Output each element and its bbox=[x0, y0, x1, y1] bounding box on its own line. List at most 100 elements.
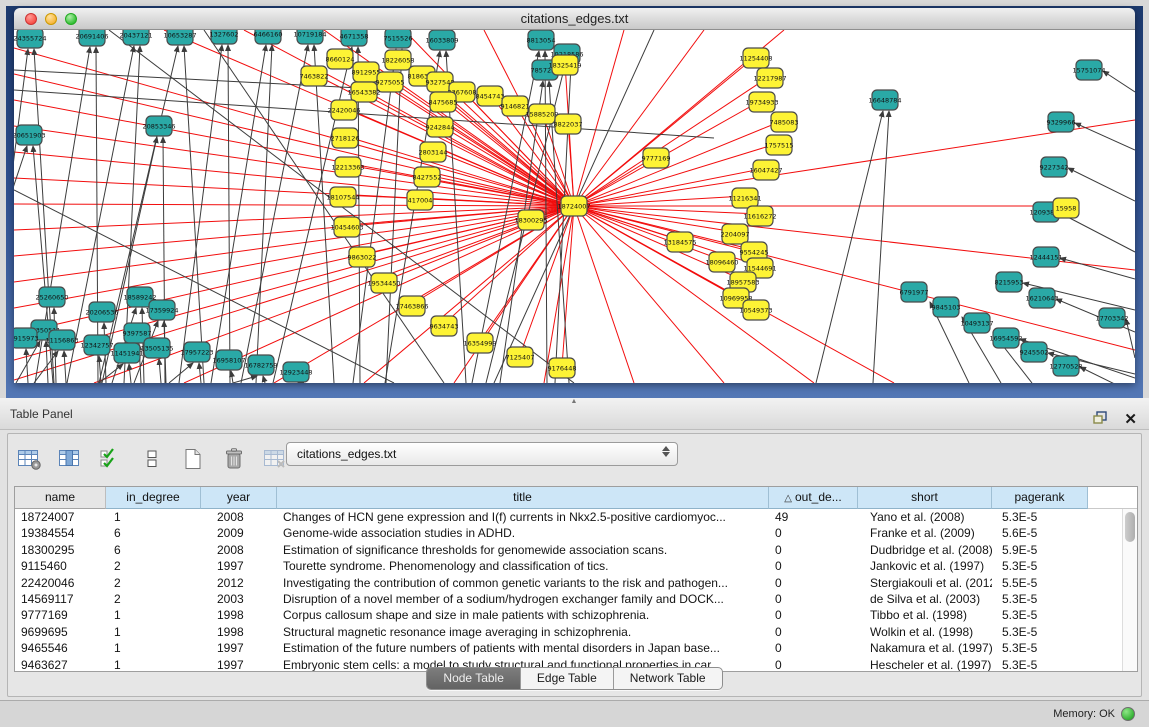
select-attributes-icon[interactable] bbox=[98, 447, 124, 471]
table-cell[interactable]: 1998 bbox=[201, 607, 277, 623]
graph-node[interactable]: 7125407 bbox=[506, 347, 535, 367]
graph-node[interactable]: 16210643 bbox=[1025, 288, 1058, 308]
new-document-icon[interactable] bbox=[180, 447, 206, 471]
graph-node[interactable]: 16354999 bbox=[463, 333, 496, 353]
table-cell[interactable]: Nakamura et al. (1997) bbox=[858, 640, 992, 656]
table-row[interactable]: 946554611997Estimation of the future num… bbox=[15, 640, 1137, 656]
graph-node[interactable]: 12213363 bbox=[331, 157, 364, 177]
table-cell[interactable]: 0 bbox=[769, 525, 858, 541]
table-cell[interactable]: 2008 bbox=[201, 542, 277, 558]
graph-node[interactable]: 12770528 bbox=[1049, 356, 1082, 376]
graph-node[interactable]: 8427552 bbox=[413, 167, 442, 187]
column-header-name[interactable]: name bbox=[15, 487, 106, 509]
table-cell[interactable]: 5.3E-5 bbox=[992, 591, 1088, 607]
table-row[interactable]: 977716911998Corpus callosum shape and si… bbox=[15, 607, 1137, 623]
graph-node[interactable]: 10549373 bbox=[739, 300, 772, 320]
graph-node[interactable]: 12923448 bbox=[279, 362, 312, 382]
table-cell[interactable]: Tibbo et al. (1998) bbox=[858, 607, 992, 623]
table-cell[interactable]: 5.3E-5 bbox=[992, 509, 1088, 525]
table-cell[interactable]: Structural magnetic resonance image aver… bbox=[277, 624, 769, 640]
graph-node[interactable]: 9227342 bbox=[1040, 157, 1069, 177]
graph-node[interactable]: 19734933 bbox=[745, 92, 778, 112]
graph-node[interactable]: 11254408 bbox=[739, 48, 772, 68]
table-cell[interactable]: 5.3E-5 bbox=[992, 624, 1088, 640]
graph-node[interactable]: 9176448 bbox=[548, 358, 577, 378]
column-header-out_de[interactable]: △out_de... bbox=[769, 487, 858, 509]
table-cell[interactable]: 5.3E-5 bbox=[992, 607, 1088, 623]
graph-node[interactable]: 7485083 bbox=[770, 112, 799, 132]
graph-node[interactable]: 10719184 bbox=[293, 30, 326, 44]
table-cell[interactable]: Estimation of the future numbers of pati… bbox=[277, 640, 769, 656]
graph-node[interactable]: 17957223 bbox=[180, 342, 213, 362]
table-cell[interactable]: 2 bbox=[106, 558, 201, 574]
graph-node[interactable]: 18300295 bbox=[514, 210, 547, 230]
memory-status-icon[interactable] bbox=[1121, 707, 1135, 721]
table-cell[interactable]: 1997 bbox=[201, 558, 277, 574]
table-row[interactable]: 911546021997Tourette syndrome. Phenomeno… bbox=[15, 558, 1137, 574]
graph-node[interactable]: 8215953 bbox=[995, 272, 1024, 292]
table-cell[interactable]: 0 bbox=[769, 640, 858, 656]
table-cell[interactable]: 18300295 bbox=[15, 542, 106, 558]
table-cell[interactable]: 0 bbox=[769, 558, 858, 574]
table-column-icon[interactable] bbox=[57, 447, 83, 471]
table-cell[interactable]: Disruption of a novel member of a sodium… bbox=[277, 591, 769, 607]
table-cell[interactable]: 2 bbox=[106, 591, 201, 607]
table-cell[interactable]: 14569117 bbox=[15, 591, 106, 607]
column-header-pagerank[interactable]: pagerank bbox=[992, 487, 1088, 509]
column-header-short[interactable]: short bbox=[858, 487, 992, 509]
table-cell[interactable]: Investigating the contribution of common… bbox=[277, 575, 769, 591]
table-cell[interactable]: Changes of HCN gene expression and I(f) … bbox=[277, 509, 769, 525]
table-row[interactable]: 1938455462009Genome-wide association stu… bbox=[15, 525, 1137, 541]
graph-node[interactable]: 6791977 bbox=[900, 282, 929, 302]
table-cell[interactable]: 0 bbox=[769, 624, 858, 640]
graph-node[interactable]: 19534450 bbox=[367, 273, 400, 293]
table-cell[interactable]: 9115460 bbox=[15, 558, 106, 574]
table-cell[interactable]: 5.9E-5 bbox=[992, 542, 1088, 558]
table-cell[interactable]: Dudbridge et al. (2008) bbox=[858, 542, 992, 558]
table-cell[interactable]: Franke et al. (2009) bbox=[858, 525, 992, 541]
graph-node[interactable]: 16648784 bbox=[868, 90, 901, 110]
float-panel-icon[interactable] bbox=[1091, 406, 1109, 422]
graph-node[interactable]: 17359924 bbox=[145, 300, 178, 320]
graph-node[interactable]: 9329966 bbox=[1047, 112, 1076, 132]
graph-node[interactable]: 9245502 bbox=[1020, 342, 1049, 362]
graph-node[interactable]: 15958 bbox=[1053, 198, 1079, 218]
table-cell[interactable]: 2009 bbox=[201, 525, 277, 541]
table-cell[interactable]: 6 bbox=[106, 525, 201, 541]
graph-node[interactable]: 1757515 bbox=[765, 135, 794, 155]
graph-node[interactable]: 15751074 bbox=[1072, 60, 1105, 80]
graph-node[interactable]: 4671358 bbox=[340, 30, 369, 46]
table-cell[interactable]: 6 bbox=[106, 542, 201, 558]
tab-network-table[interactable]: Network Table bbox=[614, 668, 722, 689]
table-settings-icon[interactable] bbox=[16, 447, 42, 471]
graph-node[interactable]: 12342757 bbox=[80, 335, 113, 355]
graph-node[interactable]: 9634743 bbox=[430, 316, 459, 336]
table-cell[interactable]: 1 bbox=[106, 624, 201, 640]
table-cell[interactable]: Corpus callosum shape and size in male p… bbox=[277, 607, 769, 623]
graph-node[interactable]: 16543382 bbox=[347, 82, 380, 102]
network-canvas[interactable]: 2435572420691406204371211065328713276026… bbox=[14, 30, 1135, 383]
table-cell[interactable]: 0 bbox=[769, 575, 858, 591]
tab-edge-table[interactable]: Edge Table bbox=[521, 668, 614, 689]
close-panel-icon[interactable]: ✕ bbox=[1124, 404, 1137, 436]
graph-node[interactable]: 7515526 bbox=[384, 30, 413, 48]
graph-node[interactable]: 20651903 bbox=[14, 125, 46, 145]
graph-node[interactable]: 18325419 bbox=[548, 55, 581, 75]
table-cell[interactable]: 0 bbox=[769, 591, 858, 607]
graph-node[interactable]: 6466160 bbox=[254, 30, 283, 44]
graph-node[interactable]: 9863022 bbox=[348, 247, 377, 267]
graph-node[interactable]: 18724007 bbox=[557, 196, 590, 216]
graph-node[interactable]: 16958107 bbox=[212, 350, 245, 370]
row-height-icon[interactable] bbox=[139, 447, 165, 471]
graph-node[interactable]: 11616272 bbox=[743, 206, 776, 226]
graph-node[interactable]: 8475685 bbox=[429, 92, 458, 112]
table-select-dropdown[interactable]: citations_edges.txt bbox=[286, 442, 678, 466]
graph-node[interactable]: 8822037 bbox=[554, 114, 583, 134]
graph-node[interactable]: 16033809 bbox=[425, 30, 458, 50]
table-cell[interactable]: 1 bbox=[106, 607, 201, 623]
column-header-year[interactable]: year bbox=[201, 487, 277, 509]
graph-node[interactable]: 16047427 bbox=[749, 160, 782, 180]
graph-node[interactable]: 10653287 bbox=[163, 30, 196, 45]
graph-node[interactable]: 20206536 bbox=[85, 302, 118, 322]
table-cell[interactable]: 9777169 bbox=[15, 607, 106, 623]
